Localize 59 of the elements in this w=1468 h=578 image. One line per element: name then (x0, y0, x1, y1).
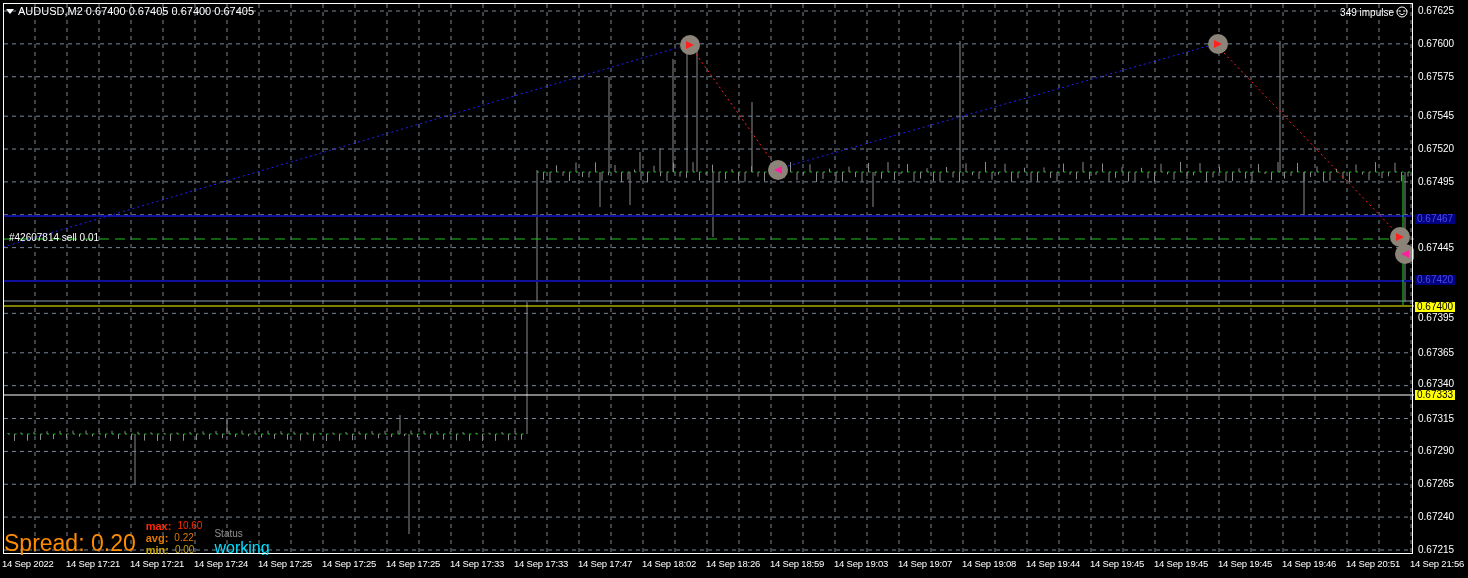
price-tick: 0.67365 (1418, 347, 1455, 358)
stat-value: 0.22 (174, 532, 194, 545)
price-tag: 0.67420 (1415, 275, 1456, 286)
price-tick: 0.67340 (1418, 378, 1455, 389)
stat-value: 0.00 (174, 544, 195, 555)
time-label: 14 Sep 17:25 (386, 558, 442, 571)
price-tick: 0.67545 (1418, 111, 1455, 122)
time-label: 14 Sep 19:45 (1218, 558, 1274, 571)
time-label: 14 Sep 18:59 (770, 558, 826, 571)
stat-value: 10.60 (177, 520, 203, 533)
status-label: Status (214, 527, 244, 539)
spread-value: Spread: 0.20 (4, 531, 136, 555)
order-label: #42607814 sell 0.01 (9, 232, 100, 243)
price-tick: 0.67215 (1418, 545, 1455, 555)
trade-marker-icon (680, 35, 700, 55)
price-tick: 0.67575 (1418, 71, 1455, 82)
time-label: 14 Sep 17:33 (450, 558, 506, 571)
trade-marker-icon (1395, 244, 1414, 264)
price-tick: 0.67625 (1418, 6, 1455, 16)
time-label: 14 Sep 18:02 (642, 558, 698, 571)
stat-label: max: (145, 520, 172, 533)
time-label: 14 Sep 2022 (2, 558, 55, 571)
price-tick: 0.67240 (1418, 512, 1455, 523)
time-label: 14 Sep 17:33 (514, 558, 570, 571)
price-tick: 0.67395 (1418, 312, 1455, 323)
time-label: 14 Sep 19:45 (1154, 558, 1210, 571)
indicator-label: 349 impulse (1340, 6, 1394, 18)
time-label: 14 Sep 19:07 (898, 558, 954, 571)
trade-marker-icon (768, 160, 788, 180)
price-tick: 0.67445 (1418, 242, 1455, 253)
time-label: 14 Sep 17:24 (194, 558, 250, 571)
price-tag: 0.67467 (1415, 213, 1456, 224)
time-label: 14 Sep 21:56 (1410, 558, 1466, 571)
time-label: 14 Sep 19:03 (834, 558, 890, 571)
symbol-header: AUDUSD,M2 0.67400 0.67405 0.67400 0.67405 (18, 5, 255, 18)
time-label: 14 Sep 20:51 (1346, 558, 1402, 571)
price-tag: 0.67333 (1415, 389, 1456, 400)
time-label: 14 Sep 17:25 (322, 558, 378, 571)
time-label: 14 Sep 19:44 (1026, 558, 1082, 571)
time-label: 14 Sep 19:46 (1282, 558, 1338, 571)
price-tick: 0.67600 (1418, 38, 1455, 49)
price-tick: 0.67495 (1418, 176, 1455, 187)
price-tick: 0.67290 (1418, 446, 1455, 457)
dropdown-arrow-icon[interactable] (6, 8, 14, 14)
time-label: 14 Sep 17:25 (258, 558, 314, 571)
trade-marker-icon (1208, 34, 1228, 54)
smiley-icon (1396, 6, 1408, 18)
price-tick: 0.67265 (1418, 479, 1455, 490)
price-tag: 0.67400 (1415, 301, 1456, 312)
stat-label: avg: (145, 532, 169, 545)
time-label: 14 Sep 19:08 (962, 558, 1018, 571)
trade-marker-icon (1390, 227, 1410, 247)
price-tick: 0.67315 (1418, 413, 1455, 424)
time-label: 14 Sep 18:26 (706, 558, 762, 571)
time-label: 14 Sep 17:21 (130, 558, 186, 571)
time-label: 14 Sep 17:47 (578, 558, 634, 571)
time-label: 14 Sep 17:21 (66, 558, 122, 571)
price-tick: 0.67520 (1418, 144, 1455, 155)
time-label: 14 Sep 19:45 (1090, 558, 1146, 571)
